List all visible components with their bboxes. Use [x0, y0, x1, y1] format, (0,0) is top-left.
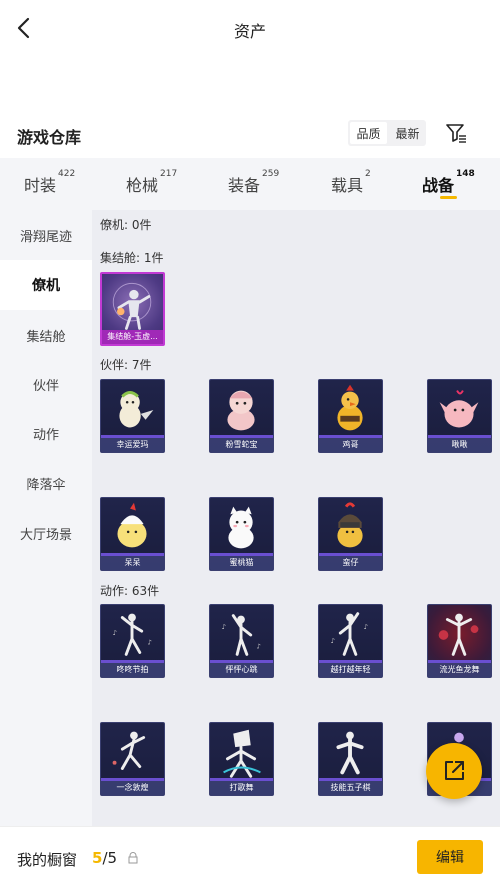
share-icon: [445, 761, 464, 780]
item-card[interactable]: 呆呆: [100, 497, 165, 571]
group-label-companion: 伙伴: 7件: [100, 358, 152, 372]
category-tabs: 时装422 枪械217 装备259 载具2 战备148: [0, 158, 500, 210]
filter-icon[interactable]: [444, 121, 468, 145]
item-card[interactable]: 一念敦煌: [100, 722, 165, 796]
item-card[interactable]: 鸡哥: [318, 379, 383, 453]
jiujiu-icon: [439, 390, 479, 428]
dancer-icon: ♪ ♪: [331, 612, 368, 656]
item-card[interactable]: ♪ ♪ 怦怦心跳: [209, 604, 274, 678]
svg-text:♪: ♪: [257, 643, 261, 651]
item-card[interactable]: ♪ ♪ 越打越年轻: [318, 604, 383, 678]
group-label-wingman: 僚机: 0件: [100, 218, 152, 232]
lucky-emma-icon: [119, 391, 154, 428]
sidebar-item-pod[interactable]: 集结舱: [0, 310, 92, 360]
item-card[interactable]: 蜜桃猫: [209, 497, 274, 571]
top-bar: 资产: [0, 0, 500, 58]
item-name: 流光鱼龙舞: [428, 663, 491, 677]
tab-gear[interactable]: 装备259: [228, 169, 279, 196]
item-card[interactable]: 技能五子棋: [318, 722, 383, 796]
item-card[interactable]: 打歌舞: [209, 722, 274, 796]
svg-text:♪: ♪: [222, 623, 226, 631]
item-card[interactable]: ♪ ♪ 咚咚节拍: [100, 604, 165, 678]
peach-cat-icon: [228, 506, 254, 549]
svg-text:♪: ♪: [148, 639, 152, 647]
item-card[interactable]: 幸运爱玛: [100, 379, 165, 453]
item-name: 蜜桃猫: [210, 556, 273, 570]
item-card[interactable]: 流光鱼龙舞: [427, 604, 492, 678]
dancer-icon: ♪ ♪: [113, 613, 152, 656]
sidebar-item-parachute[interactable]: 降落伞: [0, 458, 92, 508]
active-tab-indicator: [440, 196, 457, 199]
item-card[interactable]: 粉雪蛇宝: [209, 379, 274, 453]
chicken-icon: [337, 384, 363, 431]
sort-newest-button[interactable]: 最新: [389, 120, 426, 146]
item-name: 幸运爱玛: [101, 438, 164, 452]
item-name: 粉雪蛇宝: [210, 438, 273, 452]
sidebar-item-companion[interactable]: 伙伴: [0, 359, 92, 409]
item-name: 呆呆: [101, 556, 164, 570]
tab-guns[interactable]: 枪械217: [126, 169, 177, 196]
showcase-count: 5/5: [92, 849, 118, 867]
item-name: 啾啾: [428, 438, 491, 452]
pod-art-icon: [112, 282, 152, 330]
svg-text:♪: ♪: [364, 623, 368, 631]
manzai-icon: [337, 502, 363, 548]
warehouse-title: 游戏仓库: [17, 128, 82, 147]
dancer-icon: [336, 731, 364, 775]
item-card[interactable]: 集结舱-玉虚...: [100, 272, 165, 346]
dancer-icon: [438, 613, 479, 656]
edit-button[interactable]: 编辑: [417, 840, 483, 874]
item-name: 越打越年轻: [319, 663, 382, 677]
showcase-bar: 我的橱窗 5/5 编辑: [0, 826, 500, 885]
item-card[interactable]: 啾啾: [427, 379, 492, 453]
tab-fashion[interactable]: 时装422: [24, 169, 75, 196]
sidebar-item-wingman[interactable]: 僚机: [0, 260, 92, 310]
sort-quality-button[interactable]: 品质: [350, 122, 387, 144]
lock-icon: [128, 852, 138, 864]
page-title: 资产: [233, 22, 266, 41]
sidebar: 滑翔尾迹 僚机 集结舱 伙伴 动作 降落伞 大厅场景: [0, 210, 92, 826]
share-button[interactable]: [426, 743, 482, 799]
item-name: 一念敦煌: [101, 781, 164, 795]
sidebar-item-glide-trail[interactable]: 滑翔尾迹: [0, 210, 92, 260]
group-label-emote: 动作: 63件: [100, 584, 160, 598]
svg-text:♪: ♪: [331, 637, 335, 645]
dancer-icon: ♪ ♪: [222, 614, 261, 656]
sidebar-item-emote[interactable]: 动作: [0, 408, 92, 458]
snow-snake-icon: [227, 390, 255, 431]
item-name: 技能五子棋: [319, 781, 382, 795]
svg-text:♪: ♪: [113, 629, 117, 637]
item-grid: 僚机: 0件 集结舱: 1件 集结舱-玉虚... 伙伴: 7件 幸运爱玛 粉雪蛇…: [92, 210, 500, 826]
item-name: 鸡哥: [319, 438, 382, 452]
sort-toggle: 品质 最新: [348, 120, 426, 146]
sidebar-item-lobby-scene[interactable]: 大厅场景: [0, 508, 92, 558]
tab-combat-prep[interactable]: 战备148: [422, 169, 475, 196]
item-name: 蛮仔: [319, 556, 382, 570]
dancer-icon: [112, 731, 146, 770]
item-name: 打歌舞: [210, 781, 273, 795]
showcase-label: 我的橱窗: [17, 851, 78, 869]
item-name: 集结舱-玉虚...: [102, 330, 163, 344]
dancer-icon: [223, 729, 261, 778]
group-label-pod: 集结舱: 1件: [100, 251, 164, 265]
daidai-icon: [117, 502, 147, 548]
item-card[interactable]: 蛮仔: [318, 497, 383, 571]
item-name: 咚咚节拍: [101, 663, 164, 677]
tab-vehicles[interactable]: 载具2: [331, 169, 371, 196]
item-name: 怦怦心跳: [210, 663, 273, 677]
